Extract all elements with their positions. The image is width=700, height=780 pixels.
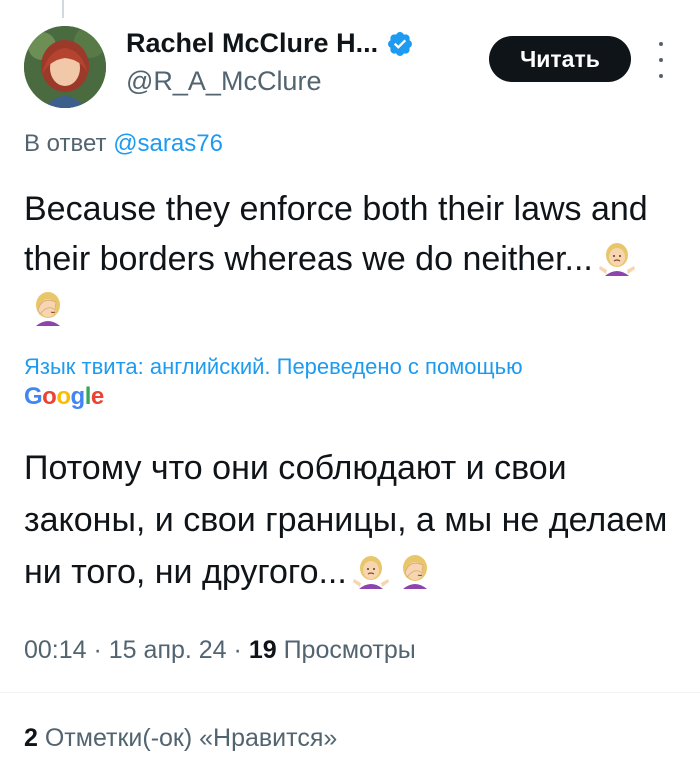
tweet-time[interactable]: 00:14 (24, 636, 87, 664)
shrug-emoji-icon (352, 556, 389, 589)
facepalm-emoji-icon (36, 292, 60, 326)
tweet-meta: 00:14 · 15 апр. 24 · 19 Просмотры (24, 636, 416, 665)
reply-context: В ответ @saras76 (24, 130, 223, 158)
likes-link[interactable]: 2 Отметки(-ок) «Нравится» (24, 724, 337, 753)
translation-note-text: Язык твита: английский. Переведено с пом… (24, 354, 523, 379)
author-handle[interactable]: @R_A_McClure (126, 66, 321, 97)
google-logo: Google (24, 383, 104, 410)
avatar[interactable] (24, 26, 106, 108)
likes-label: Отметки(-ок) «Нравится» (44, 724, 338, 752)
author-display-name[interactable]: Rachel McClure H... (126, 28, 378, 59)
verified-badge-icon (388, 31, 413, 56)
avatar-image (24, 26, 106, 108)
thread-line (62, 0, 64, 18)
tweet-text-content: Because they enforce both their laws and… (24, 190, 648, 278)
likes-count: 2 (24, 724, 38, 752)
reply-prefix: В ответ (24, 130, 107, 157)
shrug-emoji-icon (598, 243, 635, 276)
meta-separator: · (86, 636, 109, 664)
translated-text: Потому что они соблюдают и свои законы, … (24, 442, 674, 598)
tweet-text: Because they enforce both their laws and… (24, 184, 674, 334)
facepalm-emoji-icon (402, 555, 427, 589)
tweet-date[interactable]: 15 апр. 24 (109, 636, 227, 664)
more-icon[interactable] (650, 42, 672, 78)
divider (0, 692, 700, 693)
translation-notice[interactable]: Язык твита: английский. Переведено с пом… (24, 352, 684, 412)
views-count: 19 (248, 636, 277, 664)
meta-separator: · (226, 636, 249, 664)
follow-button[interactable]: Читать (489, 36, 631, 82)
views-label: Просмотры (283, 636, 416, 664)
author-name-row[interactable]: Rachel McClure H... (126, 28, 414, 59)
translated-text-content: Потому что они соблюдают и свои законы, … (24, 449, 668, 591)
reply-to-link[interactable]: @saras76 (113, 130, 223, 157)
